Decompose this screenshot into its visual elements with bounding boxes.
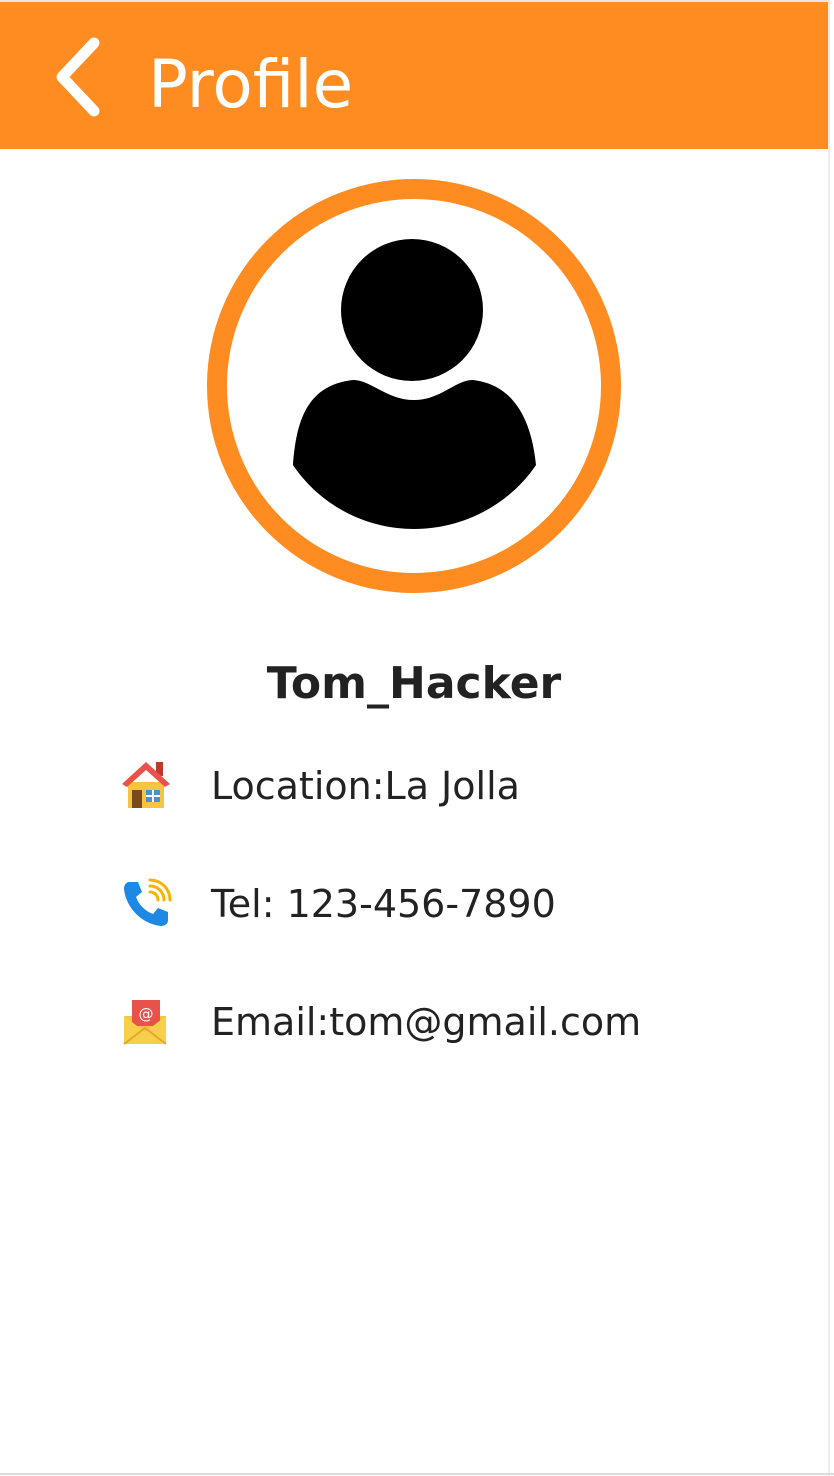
profile-page: Profile Tom_Hacker Location:La Jolla Tel… [0, 0, 834, 1476]
location-row: Location:La Jolla [120, 756, 800, 816]
page-title: Profile [148, 46, 354, 123]
back-button[interactable] [40, 32, 112, 122]
bottom-divider [0, 1473, 834, 1475]
phone-text[interactable]: Tel: 123-456-7890 [211, 874, 556, 934]
location-text: Location:La Jolla [211, 764, 520, 808]
phone-row: Tel: 123-456-7890 [120, 874, 800, 934]
username: Tom_Hacker [266, 658, 562, 709]
email-text[interactable]: Email:tom@gmail.com [211, 992, 641, 1052]
house-icon [122, 762, 170, 808]
phone-icon[interactable] [120, 878, 172, 930]
svg-text:@: @ [139, 1005, 154, 1023]
email-row: @ Email:tom@gmail.com [120, 992, 800, 1052]
avatar[interactable] [207, 179, 621, 593]
email-icon[interactable]: @ [120, 996, 172, 1048]
app-bar: Profile [0, 2, 828, 149]
right-divider [828, 0, 830, 1476]
chevron-left-icon [56, 37, 100, 117]
